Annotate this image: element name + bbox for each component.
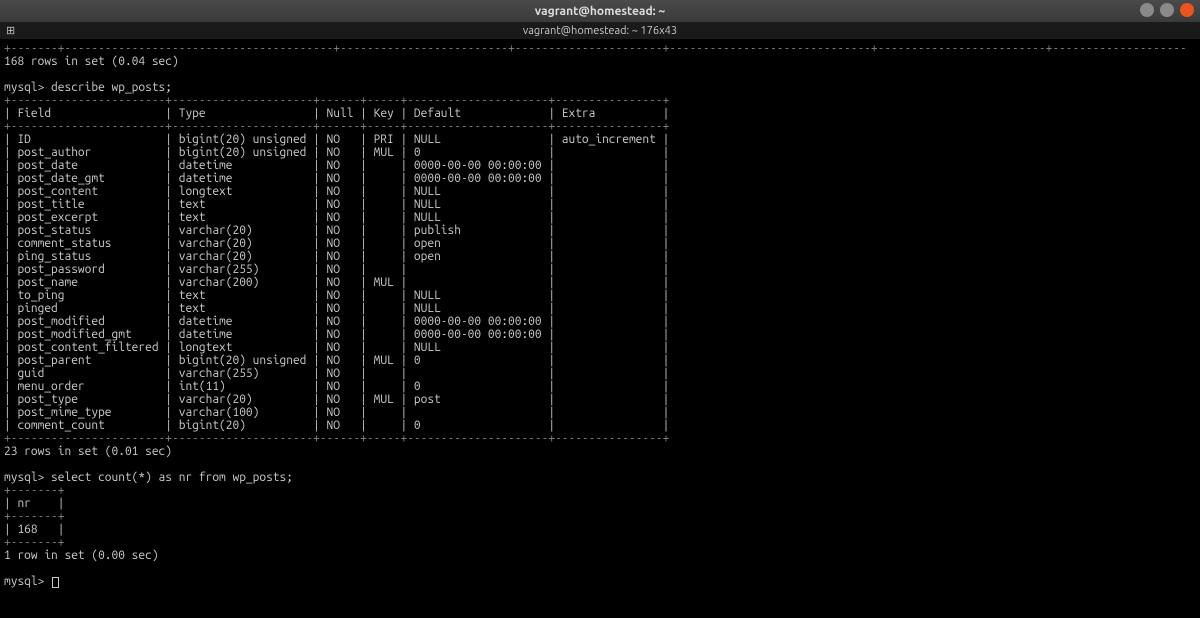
minimize-icon[interactable] bbox=[1140, 3, 1154, 17]
terminal-cursor bbox=[52, 577, 59, 588]
terminal-dimensions-label: vagrant@homestead: ~ 176x43 bbox=[523, 25, 677, 37]
split-pane-icon[interactable]: ⊞ bbox=[6, 24, 15, 37]
terminal-output[interactable]: +-------+-------------------------------… bbox=[0, 40, 1200, 618]
terminal-dimensions-bar: ⊞ vagrant@homestead: ~ 176x43 bbox=[0, 22, 1200, 40]
window-titlebar: vagrant@homestead: ~ bbox=[0, 0, 1200, 22]
maximize-icon[interactable] bbox=[1160, 3, 1174, 17]
window-title: vagrant@homestead: ~ bbox=[535, 5, 665, 18]
window-controls bbox=[1140, 3, 1194, 17]
close-icon[interactable] bbox=[1180, 3, 1194, 17]
